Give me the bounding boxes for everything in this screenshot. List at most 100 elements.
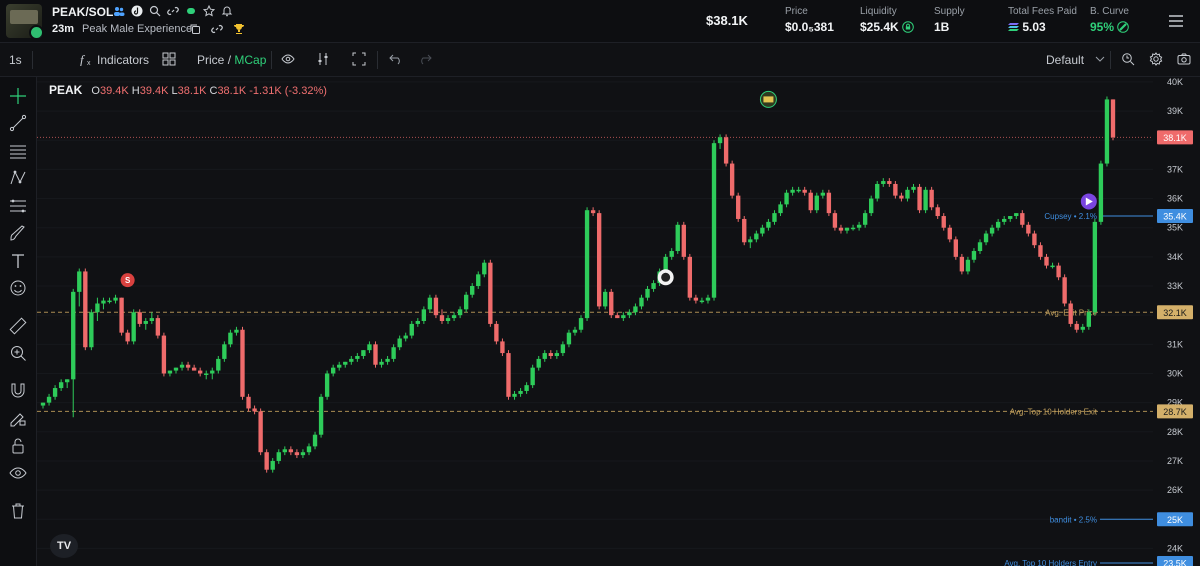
- legend-low: 38.1K: [177, 85, 207, 97]
- candle: [530, 367, 535, 386]
- trash-icon[interactable]: [9, 502, 27, 520]
- interval-selector[interactable]: 1s: [9, 53, 22, 67]
- candle: [83, 271, 88, 348]
- redo-icon[interactable]: [418, 52, 432, 69]
- stat-value: 1B: [934, 20, 950, 34]
- menu-icon[interactable]: [1168, 14, 1184, 33]
- reference-line-label: Cupsey • 2.1%: [1044, 212, 1097, 221]
- indicators-button[interactable]: Indicators: [97, 53, 149, 67]
- stat-label: Liquidity: [860, 6, 897, 17]
- candle: [457, 309, 463, 316]
- candle: [276, 452, 281, 461]
- lock-drawings-icon[interactable]: [9, 409, 27, 427]
- candle: [639, 297, 644, 307]
- crosshair-icon[interactable]: [9, 87, 27, 105]
- price-toggle[interactable]: Price: [197, 53, 224, 67]
- toolbar-divider: [377, 51, 378, 69]
- templates-icon[interactable]: [162, 52, 176, 69]
- pill-icon: [1117, 21, 1130, 33]
- candle: [875, 183, 880, 199]
- ruler-icon[interactable]: [9, 317, 27, 335]
- camera-icon[interactable]: [1177, 52, 1191, 69]
- candle: [1026, 224, 1031, 234]
- price-tag-label: 28.7K: [1163, 407, 1187, 417]
- trend-line-icon[interactable]: [9, 114, 27, 132]
- y-axis-label: 31K: [1167, 339, 1183, 349]
- candle: [409, 323, 414, 336]
- token-header: PEAK/SOL 23m Peak Male Experience $38.1K…: [0, 0, 1200, 43]
- candle: [155, 318, 161, 336]
- candle: [572, 329, 578, 333]
- drawing-toolbar: [0, 77, 37, 566]
- star-icon[interactable]: [202, 4, 216, 17]
- candle: [1092, 221, 1098, 313]
- horizontal-lines-icon[interactable]: [9, 142, 27, 160]
- undo-icon[interactable]: [389, 52, 403, 69]
- candle: [385, 358, 390, 362]
- mcap-toggle[interactable]: MCap: [234, 53, 266, 67]
- tradingview-logo[interactable]: TV: [50, 534, 78, 558]
- alert-icon[interactable]: [1121, 52, 1135, 69]
- candle: [1038, 245, 1043, 257]
- candle: [246, 396, 251, 409]
- eye-icon[interactable]: [281, 52, 295, 69]
- legend-o-label: O: [91, 85, 100, 97]
- price-mcap-toggle[interactable]: Price / MCap: [197, 53, 266, 67]
- chevron-down-icon[interactable]: [1093, 52, 1107, 69]
- magnet-icon[interactable]: [9, 382, 27, 400]
- fib-icon[interactable]: [9, 197, 27, 215]
- stat-label: Total Fees Paid: [1008, 6, 1077, 17]
- candle: [264, 452, 269, 470]
- search-icon[interactable]: [149, 4, 161, 17]
- stat-value-text: 5.03: [1022, 20, 1046, 34]
- fullscreen-icon[interactable]: [352, 52, 366, 69]
- tiktok-icon[interactable]: [131, 4, 143, 17]
- candle: [185, 364, 191, 368]
- people-icon[interactable]: [113, 4, 125, 16]
- legend-close: 38.1K: [217, 85, 247, 97]
- copy-icon[interactable]: [189, 22, 201, 40]
- candle: [397, 338, 402, 348]
- candle: [216, 358, 221, 371]
- candle: [645, 288, 650, 298]
- price-tag-label: 32.1K: [1163, 308, 1187, 318]
- layout-selector[interactable]: Default: [1046, 53, 1084, 67]
- candle: [40, 402, 46, 406]
- eye-icon[interactable]: [9, 464, 27, 482]
- fx-icon[interactable]: fx: [80, 52, 94, 69]
- link-icon[interactable]: [211, 22, 223, 40]
- candle: [288, 449, 294, 453]
- gear-icon[interactable]: [1149, 52, 1163, 69]
- brush-icon[interactable]: [9, 224, 27, 242]
- legend-symbol: PEAK: [49, 83, 83, 97]
- sell-marker: S: [120, 273, 135, 288]
- pill-icon[interactable]: [185, 4, 197, 16]
- settings-sliders-icon[interactable]: [316, 52, 330, 69]
- trophy-icon[interactable]: [233, 22, 245, 40]
- buy-marker-inner: [660, 271, 672, 283]
- link-icon[interactable]: [167, 4, 179, 16]
- token-logo[interactable]: [6, 4, 42, 38]
- candle: [826, 192, 832, 214]
- current-price-tag-label: 38.1K: [1163, 133, 1187, 143]
- candle: [228, 332, 233, 345]
- pattern-icon[interactable]: [9, 169, 27, 187]
- candle: [1044, 256, 1049, 266]
- lock-icon[interactable]: [9, 437, 27, 455]
- text-icon[interactable]: [9, 252, 27, 270]
- candle: [953, 239, 959, 257]
- price-tag-label: 35.4K: [1163, 212, 1187, 222]
- price-chart[interactable]: Cupsey • 2.1%Avg. Exit PriceAvg. Top 10 …: [37, 77, 1200, 566]
- candle: [65, 379, 70, 383]
- emoji-icon[interactable]: [9, 279, 27, 297]
- candle: [1098, 163, 1104, 222]
- candle: [403, 335, 408, 339]
- candle: [46, 396, 52, 403]
- candle: [717, 137, 723, 144]
- candle: [1032, 233, 1037, 246]
- bell-icon[interactable]: [221, 4, 233, 17]
- candle: [832, 213, 838, 228]
- zoom-in-icon[interactable]: [9, 344, 27, 362]
- candle: [808, 192, 813, 211]
- stat-label: Supply: [934, 6, 965, 17]
